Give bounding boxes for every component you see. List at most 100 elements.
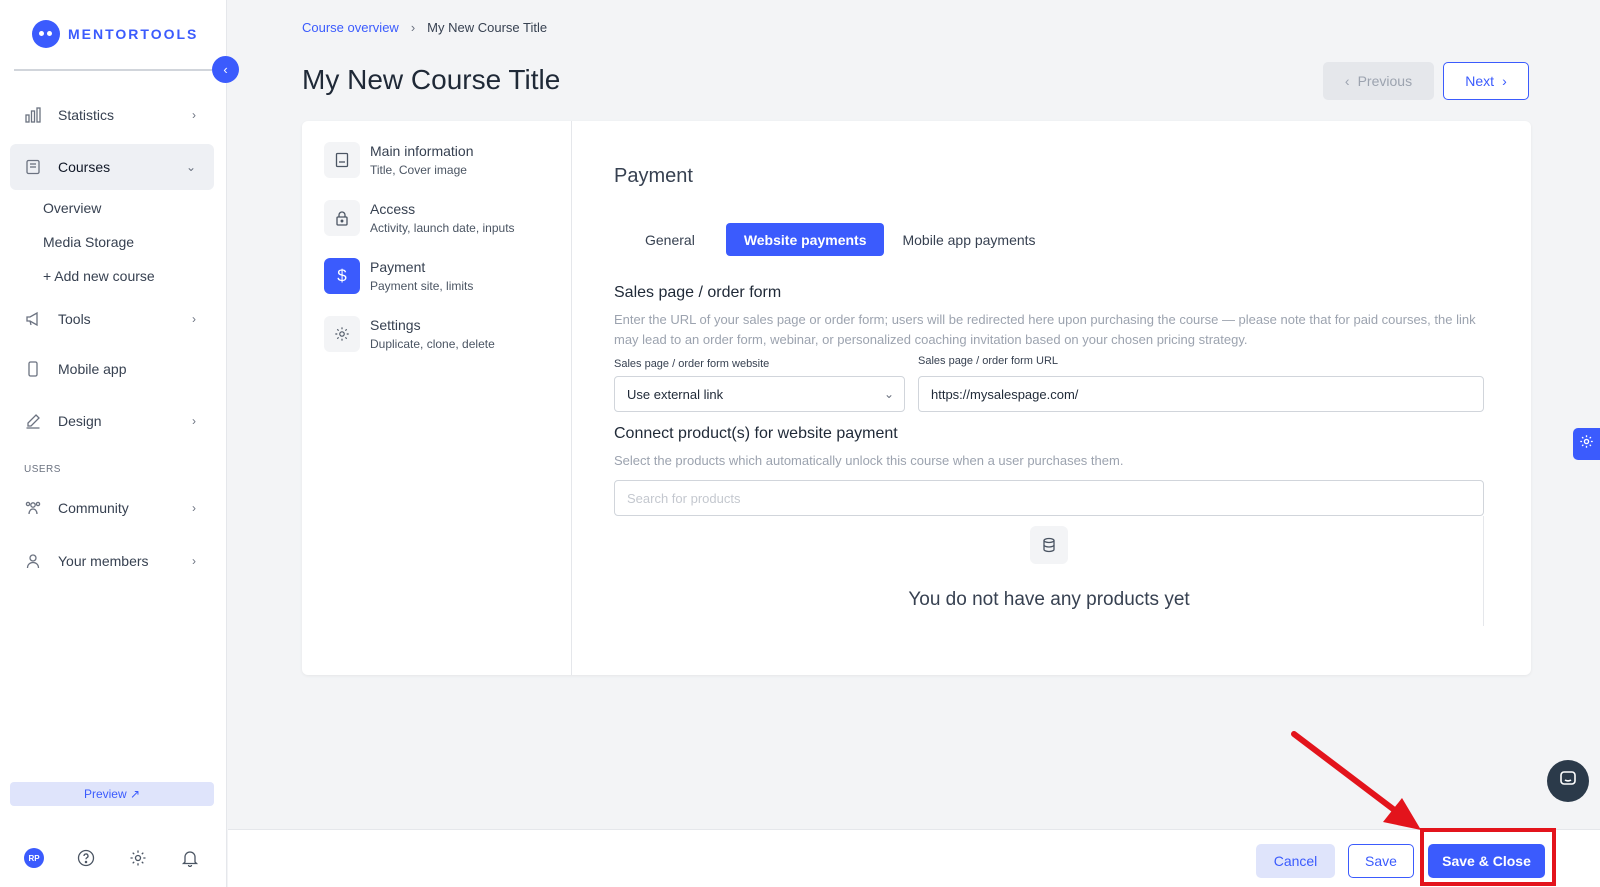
website-select-value: Use external link [627,386,724,402]
chevron-down-icon: ⌄ [883,387,894,401]
gear-icon[interactable] [128,848,148,868]
connect-products-title: Connect product(s) for website payment [614,425,898,442]
step-access[interactable]: Access Activity, launch date, inputs [324,200,515,236]
save-button[interactable]: Save [1348,844,1414,878]
tab-mobile-app-payments[interactable]: Mobile app payments [884,223,1053,256]
sidebar-divider [14,69,212,71]
section-title: Payment [614,165,693,187]
step-title: Payment [370,259,426,275]
chat-support-button[interactable] [1547,760,1589,802]
tab-general[interactable]: General [614,223,726,256]
sidebar-item-tools[interactable]: Tools › [10,296,214,342]
smartphone-icon [24,360,42,378]
url-field-label: Sales page / order form URL [918,355,1059,367]
chevron-right-icon: › [192,108,196,122]
sidebar-subitem-overview[interactable]: Overview [43,200,101,216]
sidebar-subitem-add-course[interactable]: + Add new course [43,268,155,284]
gear-icon [324,316,360,352]
highlight-box [1420,828,1556,886]
previous-button[interactable]: ‹ Previous [1323,62,1434,100]
sidebar-item-courses[interactable]: Courses ⌄ [10,144,214,190]
sidebar-item-label: Community [58,500,129,516]
empty-products-text: You do not have any products yet [908,589,1190,610]
sales-page-help: Enter the URL of your sales page or orde… [614,312,1476,347]
website-field-label: Sales page / order form website [614,358,770,370]
sidebar-bottom-bar: RP [0,848,227,872]
lock-icon [324,200,360,236]
breadcrumb-separator-icon: › [410,20,416,35]
course-editor-card: Main information Title, Cover image Acce… [302,121,1531,675]
sidebar-item-design[interactable]: Design › [10,398,214,444]
sidebar-item-your-members[interactable]: Your members › [10,538,214,584]
step-title: Settings [370,317,421,333]
chevron-right-icon: › [1502,73,1507,89]
cancel-button[interactable]: Cancel [1256,844,1335,878]
dollar-icon: $ [324,258,360,294]
preview-button[interactable]: Preview ↗ [10,782,214,806]
bell-icon[interactable] [180,848,200,868]
next-label: Next [1465,73,1495,89]
sales-page-title: Sales page / order form [614,284,782,301]
connect-products-help: Select the products which automatically … [614,453,1124,468]
empty-products-state: You do not have any products yet [614,516,1484,626]
sidebar-item-label: Your members [58,553,149,569]
megaphone-icon [24,310,42,328]
sidebar: MENTORTOOLS Statistics › Courses ⌄ Overv… [0,0,227,887]
payment-tabs: General Website payments Mobile app paym… [614,223,1054,256]
step-settings[interactable]: Settings Duplicate, clone, delete [324,316,495,352]
step-subtitle: Activity, launch date, inputs [370,221,515,235]
chevron-down-icon: ⌄ [185,160,196,174]
sales-url-value: https://mysalespage.com/ [931,386,1079,402]
breadcrumb-link-course-overview[interactable]: Course overview [302,20,399,35]
next-button[interactable]: Next › [1443,62,1529,100]
chevron-right-icon: › [192,312,196,326]
sidebar-item-statistics[interactable]: Statistics › [10,92,214,138]
gear-icon [1579,434,1594,454]
bar-chart-icon [24,106,42,124]
step-subtitle: Payment site, limits [370,279,474,293]
brand-name: MENTORTOOLS [68,26,199,42]
footer-bar: Cancel Save Save & Close [228,829,1600,887]
user-icon [24,552,42,570]
help-icon[interactable] [76,848,96,868]
step-title: Access [370,201,416,217]
collapse-sidebar-button[interactable]: ‹ [212,56,239,83]
mentortools-logo-icon [32,20,60,48]
book-icon [24,158,42,176]
step-payment[interactable]: $ Payment Payment site, limits [324,258,473,294]
step-subtitle: Duplicate, clone, delete [370,337,495,351]
chevron-left-icon: ‹ [223,62,228,77]
breadcrumb-current: My New Course Title [427,20,548,35]
chat-icon [1559,770,1577,793]
logo[interactable]: MENTORTOOLS [32,20,198,48]
sales-url-input[interactable]: https://mysalespage.com/ [918,376,1484,412]
step-title: Main information [370,143,474,159]
website-select[interactable]: Use external link ⌄ [614,376,905,412]
sidebar-subitem-media-storage[interactable]: Media Storage [43,234,134,250]
sidebar-item-label: Mobile app [58,361,127,377]
avatar[interactable]: RP [24,848,44,868]
steps-panel: Main information Title, Cover image Acce… [302,121,572,675]
sidebar-item-label: Courses [58,159,111,175]
pencil-icon [24,412,42,430]
sidebar-item-community[interactable]: Community › [10,485,214,531]
breadcrumb: Course overview › My New Course Title [302,20,547,35]
sidebar-item-mobile-app[interactable]: Mobile app [10,346,214,392]
page-title: My New Course Title [302,64,561,95]
settings-side-tab[interactable] [1573,428,1600,460]
section-label-users: USERS [24,464,61,475]
previous-label: Previous [1357,73,1413,89]
sidebar-item-label: Statistics [58,107,115,123]
database-icon [1030,526,1068,564]
sidebar-item-label: Tools [58,311,91,327]
tab-website-payments[interactable]: Website payments [725,223,885,256]
product-search-input[interactable] [614,480,1484,516]
step-subtitle: Title, Cover image [370,163,467,177]
chevron-left-icon: ‹ [1344,73,1350,89]
chevron-right-icon: › [192,414,196,428]
step-main-information[interactable]: Main information Title, Cover image [324,142,474,178]
chevron-right-icon: › [192,501,196,515]
sidebar-item-label: Design [58,413,102,429]
users-icon [24,499,42,517]
document-icon [324,142,360,178]
